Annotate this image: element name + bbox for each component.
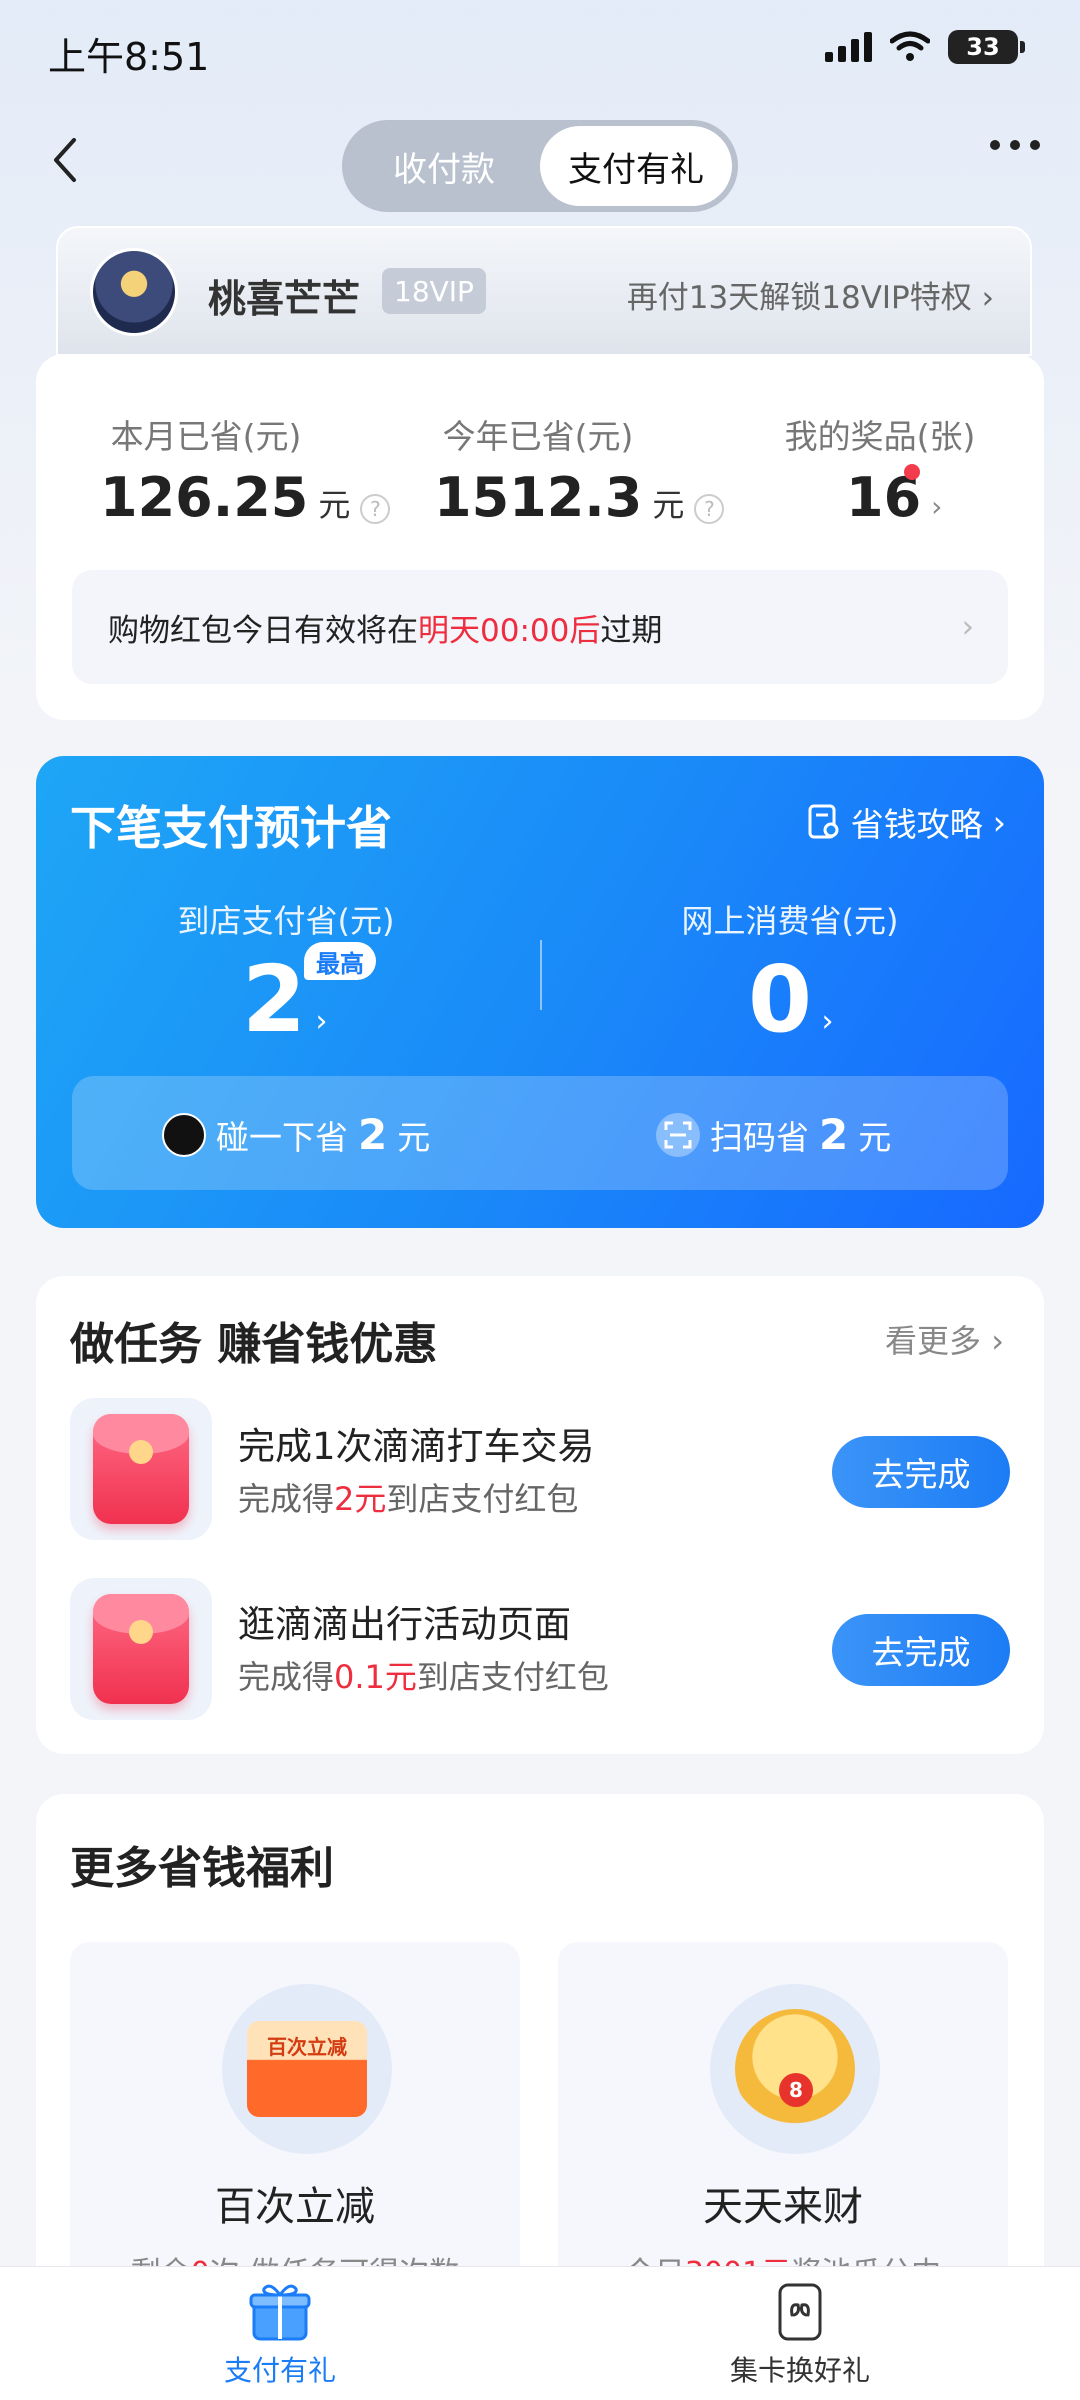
task-desc: 完成得0.1元到店支付红包	[238, 1658, 609, 1696]
see-more-link[interactable]: 看更多 ›	[885, 1316, 1004, 1362]
red-envelope-icon	[70, 1398, 212, 1540]
task-go-button[interactable]: 去完成	[832, 1436, 1010, 1508]
chevron-left-icon	[54, 138, 76, 182]
month-saved-unit: 元	[318, 486, 351, 524]
scan-icon	[656, 1112, 700, 1157]
chevron-right-icon: ›	[931, 490, 943, 523]
tap-pay-unit: 元	[397, 1117, 431, 1157]
tab-label: 支付有礼	[223, 2354, 336, 2387]
vip-strip[interactable]: 桃喜芒芒 18VIP 再付13天解锁18VIP特权 ›	[56, 226, 1032, 356]
scan-pay-item[interactable]: 扫码省 2 元	[656, 1110, 891, 1159]
signal-icon	[825, 32, 872, 62]
back-button[interactable]	[40, 130, 90, 190]
tab-pay-gift[interactable]: 支付有礼	[540, 126, 732, 206]
savings-card: 本月已省(元) 126.25 元 ? 今年已省(元) 1512.3 元 ? 我的…	[36, 354, 1044, 720]
next-pay-title: 下笔支付预计省	[70, 801, 392, 855]
saving-guide-link[interactable]: 省钱攻略 ›	[807, 798, 1006, 846]
year-saved-label: 今年已省(元)	[442, 417, 634, 456]
chevron-right-icon: ›	[992, 802, 1006, 842]
guide-label: 省钱攻略	[850, 805, 983, 844]
notice-suffix: 过期	[600, 612, 663, 649]
coupon-icon-text: 百次立减	[247, 2021, 367, 2117]
task-name: 完成1次滴滴打车交易	[238, 1425, 595, 1468]
prizes-label: 我的奖品(张)	[784, 417, 976, 456]
in-store-amount: 2	[242, 946, 307, 1053]
more-benefits-title: 更多省钱福利	[70, 1843, 334, 1894]
vip-badge: 18VIP	[382, 268, 486, 314]
scan-pay-amount: 2	[819, 1110, 849, 1159]
tab-pay-gift-bottom[interactable]: 支付有礼	[130, 2281, 430, 2389]
month-saved-value: 126.25 元 ?	[100, 466, 391, 529]
benefit-name: 天天来财	[703, 2184, 863, 2230]
notice-highlight: 明天00:00后	[418, 612, 601, 649]
tasks-card: 做任务 赚省钱优惠 看更多 › 完成1次滴滴打车交易 完成得2元到店支付红包 去…	[36, 1276, 1044, 1754]
online-label: 网上消费省(元)	[681, 902, 899, 940]
guide-icon	[808, 804, 839, 839]
online-value[interactable]: 0 ›	[748, 946, 834, 1053]
pay-methods-bar: 碰一下省 2 元 扫码省 2 元	[72, 1076, 1008, 1190]
status-time: 上午8:51	[48, 35, 210, 79]
tasks-title: 做任务 赚省钱优惠	[70, 1319, 438, 1370]
status-icons: 33	[825, 30, 1025, 64]
task-name: 逛滴滴出行活动页面	[238, 1603, 571, 1646]
notice-prefix: 购物红包今日有效将在	[108, 612, 418, 649]
divider	[540, 940, 542, 1010]
benefit-name: 百次立减	[215, 2184, 375, 2230]
tap-pay-label: 碰一下省	[216, 1117, 348, 1157]
year-saved-unit: 元	[652, 486, 685, 524]
month-saved-amount: 126.25	[100, 466, 309, 529]
month-saved-label: 本月已省(元)	[110, 417, 302, 456]
tap-pay-amount: 2	[358, 1110, 388, 1159]
tab-label: 集卡换好礼	[729, 2354, 870, 2387]
tap-pay-item[interactable]: 碰一下省 2 元	[162, 1110, 430, 1159]
wifi-icon	[890, 31, 930, 61]
notification-dot	[904, 464, 920, 480]
coupon-icon: 百次立减	[222, 1984, 392, 2154]
online-amount: 0	[748, 946, 813, 1053]
chevron-right-icon: ›	[961, 609, 974, 645]
prizes-value[interactable]: 16 ›	[846, 466, 942, 529]
in-store-label: 到店支付省(元)	[177, 902, 395, 940]
tab-receive-pay[interactable]: 收付款	[348, 126, 540, 206]
chevron-right-icon: ›	[306, 1004, 328, 1039]
bottom-tab-bar: 支付有礼 集卡换好礼	[0, 2266, 1080, 2400]
red-envelope-icon	[70, 1578, 212, 1720]
card-icon	[778, 2283, 822, 2341]
segmented-control: 收付款 支付有礼	[342, 120, 738, 212]
chevron-right-icon: ›	[812, 1004, 834, 1039]
more-menu-icon[interactable]	[990, 140, 1040, 150]
vip-unlock-link[interactable]: 再付13天解锁18VIP特权 ›	[627, 272, 994, 317]
battery-icon: 33	[948, 30, 1025, 64]
user-name: 桃喜芒芒	[208, 277, 361, 321]
help-icon[interactable]: ?	[360, 494, 391, 524]
help-icon[interactable]: ?	[694, 494, 725, 524]
task-desc: 完成得2元到店支付红包	[238, 1480, 579, 1518]
year-saved-value: 1512.3 元 ?	[434, 466, 725, 529]
dragon-mascot-icon	[710, 1984, 880, 2154]
max-tag: 最高	[304, 942, 376, 980]
gift-icon	[249, 2284, 311, 2341]
tab-collect-cards[interactable]: 集卡换好礼	[650, 2281, 950, 2389]
year-saved-amount: 1512.3	[434, 466, 643, 529]
scan-pay-label: 扫码省	[710, 1117, 809, 1157]
tap-pay-icon	[162, 1112, 206, 1157]
next-pay-card: 下笔支付预计省 省钱攻略 › 到店支付省(元) 2 › 最高 网上消费省(元) …	[36, 756, 1044, 1228]
red-packet-notice[interactable]: 购物红包今日有效将在 明天00:00后 过期 ›	[72, 570, 1008, 684]
scan-pay-unit: 元	[858, 1117, 892, 1157]
task-go-button[interactable]: 去完成	[832, 1614, 1010, 1686]
avatar	[90, 248, 178, 336]
